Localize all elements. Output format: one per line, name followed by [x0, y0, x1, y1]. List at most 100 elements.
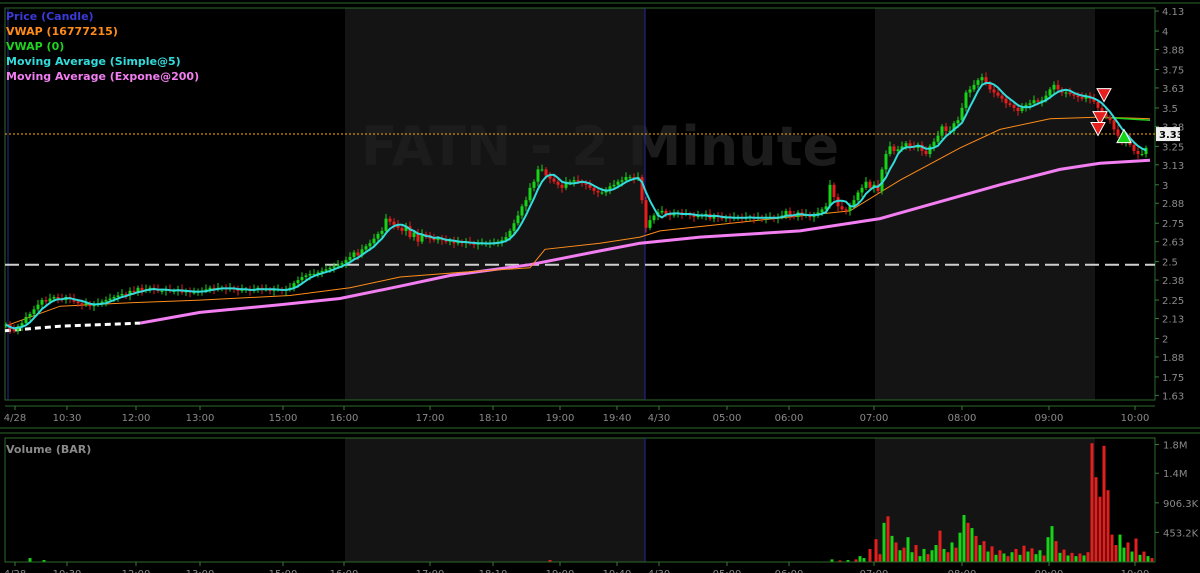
- volume-bar: [978, 545, 982, 562]
- volume-bar: [1078, 553, 1082, 562]
- volume-bar: [942, 548, 946, 562]
- time-tick-label: 13:00: [186, 569, 215, 573]
- time-tick-label: 10:30: [53, 413, 82, 424]
- candle-body: [524, 200, 528, 207]
- candle-body: [608, 186, 612, 190]
- candle-body: [300, 277, 304, 281]
- volume-bar: [970, 528, 974, 562]
- price-tick-label: 3.75: [1162, 65, 1184, 76]
- volume-bar: [1074, 556, 1078, 562]
- candle-body: [596, 190, 600, 193]
- candle-body: [908, 143, 912, 147]
- candle-body: [160, 290, 164, 292]
- candle-body: [648, 220, 652, 228]
- time-tick-label: 17:00: [416, 413, 445, 424]
- candle-body: [32, 309, 36, 314]
- volume-bar: [1086, 552, 1090, 562]
- candle-body: [944, 126, 948, 131]
- candle-body: [572, 180, 576, 182]
- volume-bar: [1098, 496, 1102, 562]
- session-band: [345, 438, 645, 562]
- candle-body: [36, 304, 40, 310]
- volume-bar: [1110, 534, 1114, 562]
- candle-body: [976, 80, 980, 85]
- volume-bar: [1038, 550, 1042, 562]
- candle-body: [1076, 95, 1080, 98]
- time-tick-label: 19:40: [603, 569, 632, 573]
- time-tick-label: 4/30: [648, 413, 670, 424]
- volume-bar: [962, 515, 966, 562]
- price-tick-label: 3.5: [1162, 104, 1178, 115]
- volume-bar: [1146, 556, 1150, 562]
- time-tick-label: 4/28: [4, 413, 26, 424]
- volume-bar: [1102, 445, 1106, 562]
- candle-body: [592, 187, 596, 191]
- time-tick-label: 4/28: [4, 569, 26, 573]
- candle-body: [892, 146, 896, 151]
- candle-body: [352, 252, 356, 258]
- candle-body: [936, 135, 940, 142]
- candle-body: [1000, 95, 1004, 99]
- volume-bar: [1030, 548, 1034, 562]
- candle-body: [336, 264, 340, 267]
- volume-bar: [1006, 556, 1010, 562]
- candle-body: [28, 313, 32, 317]
- volume-bar: [1026, 551, 1030, 562]
- volume-bar: [28, 558, 32, 562]
- volume-bar: [878, 554, 882, 562]
- time-tick-label: 05:00: [713, 413, 742, 424]
- volume-bar: [1150, 558, 1154, 562]
- volume-bar: [1130, 551, 1134, 562]
- candle-body: [508, 230, 512, 238]
- volume-tick-label: 906.3K: [1163, 499, 1199, 510]
- candle-body: [348, 257, 352, 261]
- candle-body: [120, 293, 124, 296]
- candle-body: [992, 89, 996, 93]
- legend-entry: Moving Average (Expone@200): [6, 70, 199, 83]
- candle-body: [80, 303, 84, 305]
- candle-body: [956, 120, 960, 124]
- candle-body: [980, 77, 984, 81]
- volume-bar: [1022, 545, 1026, 562]
- candle-body: [332, 266, 336, 268]
- candle-body: [532, 181, 536, 188]
- candle-body: [52, 297, 56, 299]
- candle-body: [364, 246, 368, 250]
- volume-bar: [1138, 554, 1142, 562]
- time-tick-label: 10:00: [1121, 569, 1150, 573]
- candle-body: [828, 184, 832, 207]
- candle-body: [308, 273, 312, 276]
- volume-bar: [922, 548, 926, 562]
- candle-body: [324, 269, 328, 271]
- legend-entry: VWAP (16777215): [6, 25, 118, 38]
- time-tick-label: 16:00: [330, 413, 359, 424]
- volume-bar: [1046, 537, 1050, 562]
- time-tick-label: 07:00: [860, 413, 889, 424]
- candle-body: [380, 230, 384, 234]
- volume-bar: [918, 556, 922, 562]
- price-tick-label: 3: [1162, 181, 1168, 192]
- candle-body: [940, 126, 944, 136]
- candle-body: [108, 298, 112, 301]
- candle-body: [296, 280, 300, 284]
- time-tick-label: 05:00: [713, 569, 742, 573]
- candle-body: [552, 178, 556, 182]
- volume-bar: [1094, 477, 1098, 562]
- time-tick-label: 08:00: [948, 413, 977, 424]
- volume-bar: [1058, 552, 1062, 562]
- candle-body: [44, 300, 48, 302]
- candle-body: [844, 209, 848, 211]
- candle-body: [540, 169, 544, 171]
- volume-bar: [1034, 554, 1038, 562]
- time-tick-label: 09:00: [1035, 413, 1064, 424]
- candle-body: [384, 218, 388, 231]
- volume-bar: [1134, 538, 1138, 562]
- volume-bar: [950, 542, 954, 562]
- volume-bar: [966, 522, 970, 562]
- candle-body: [400, 227, 404, 231]
- candle-body: [856, 192, 860, 201]
- volume-bar: [1014, 548, 1018, 562]
- volume-bar: [934, 545, 938, 562]
- volume-bar: [858, 556, 862, 562]
- candle-body: [884, 154, 888, 170]
